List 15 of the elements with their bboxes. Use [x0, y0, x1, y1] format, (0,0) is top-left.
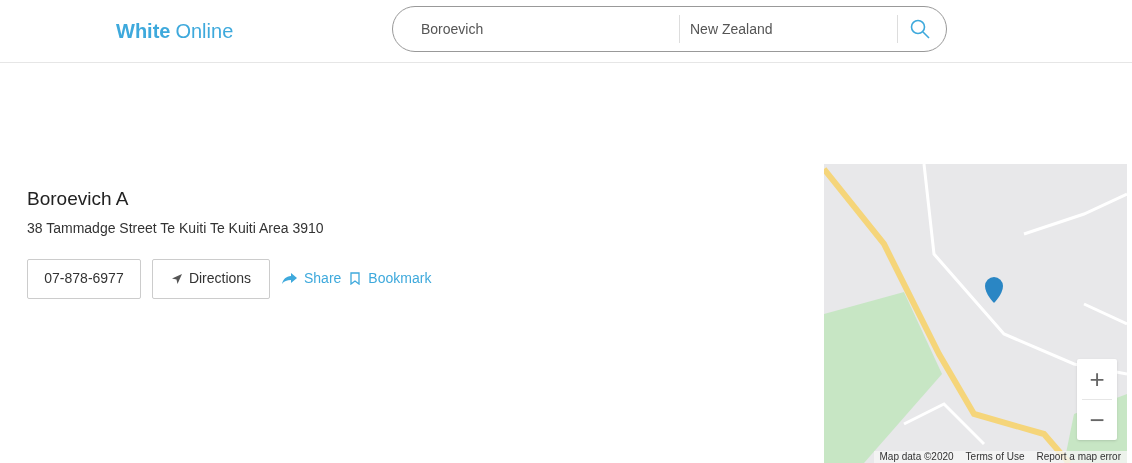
- phone-button[interactable]: 07-878-6977: [27, 258, 141, 299]
- name-field[interactable]: Boroevich: [393, 18, 679, 40]
- zoom-out-button[interactable]: −: [1077, 400, 1117, 440]
- share-arrow-icon: [282, 272, 297, 285]
- listing-name: Boroevich A: [27, 187, 130, 211]
- directions-button[interactable]: Directions: [152, 258, 270, 299]
- map-attribution[interactable]: Report a map error: [1030, 451, 1127, 463]
- zoom-in-button[interactable]: +: [1077, 359, 1117, 399]
- listing-address: 38 Tammadge Street Te Kuiti Te Kuiti Area 3910: [27, 218, 325, 238]
- map-attribution[interactable]: Terms of Use: [959, 451, 1031, 463]
- search-icon: [910, 19, 930, 39]
- map-attribution: Map data ©2020: [878, 451, 955, 463]
- bookmark-icon: [350, 272, 361, 285]
- navigation-arrow-icon: [170, 272, 183, 285]
- location-field[interactable]: New Zealand: [680, 18, 897, 40]
